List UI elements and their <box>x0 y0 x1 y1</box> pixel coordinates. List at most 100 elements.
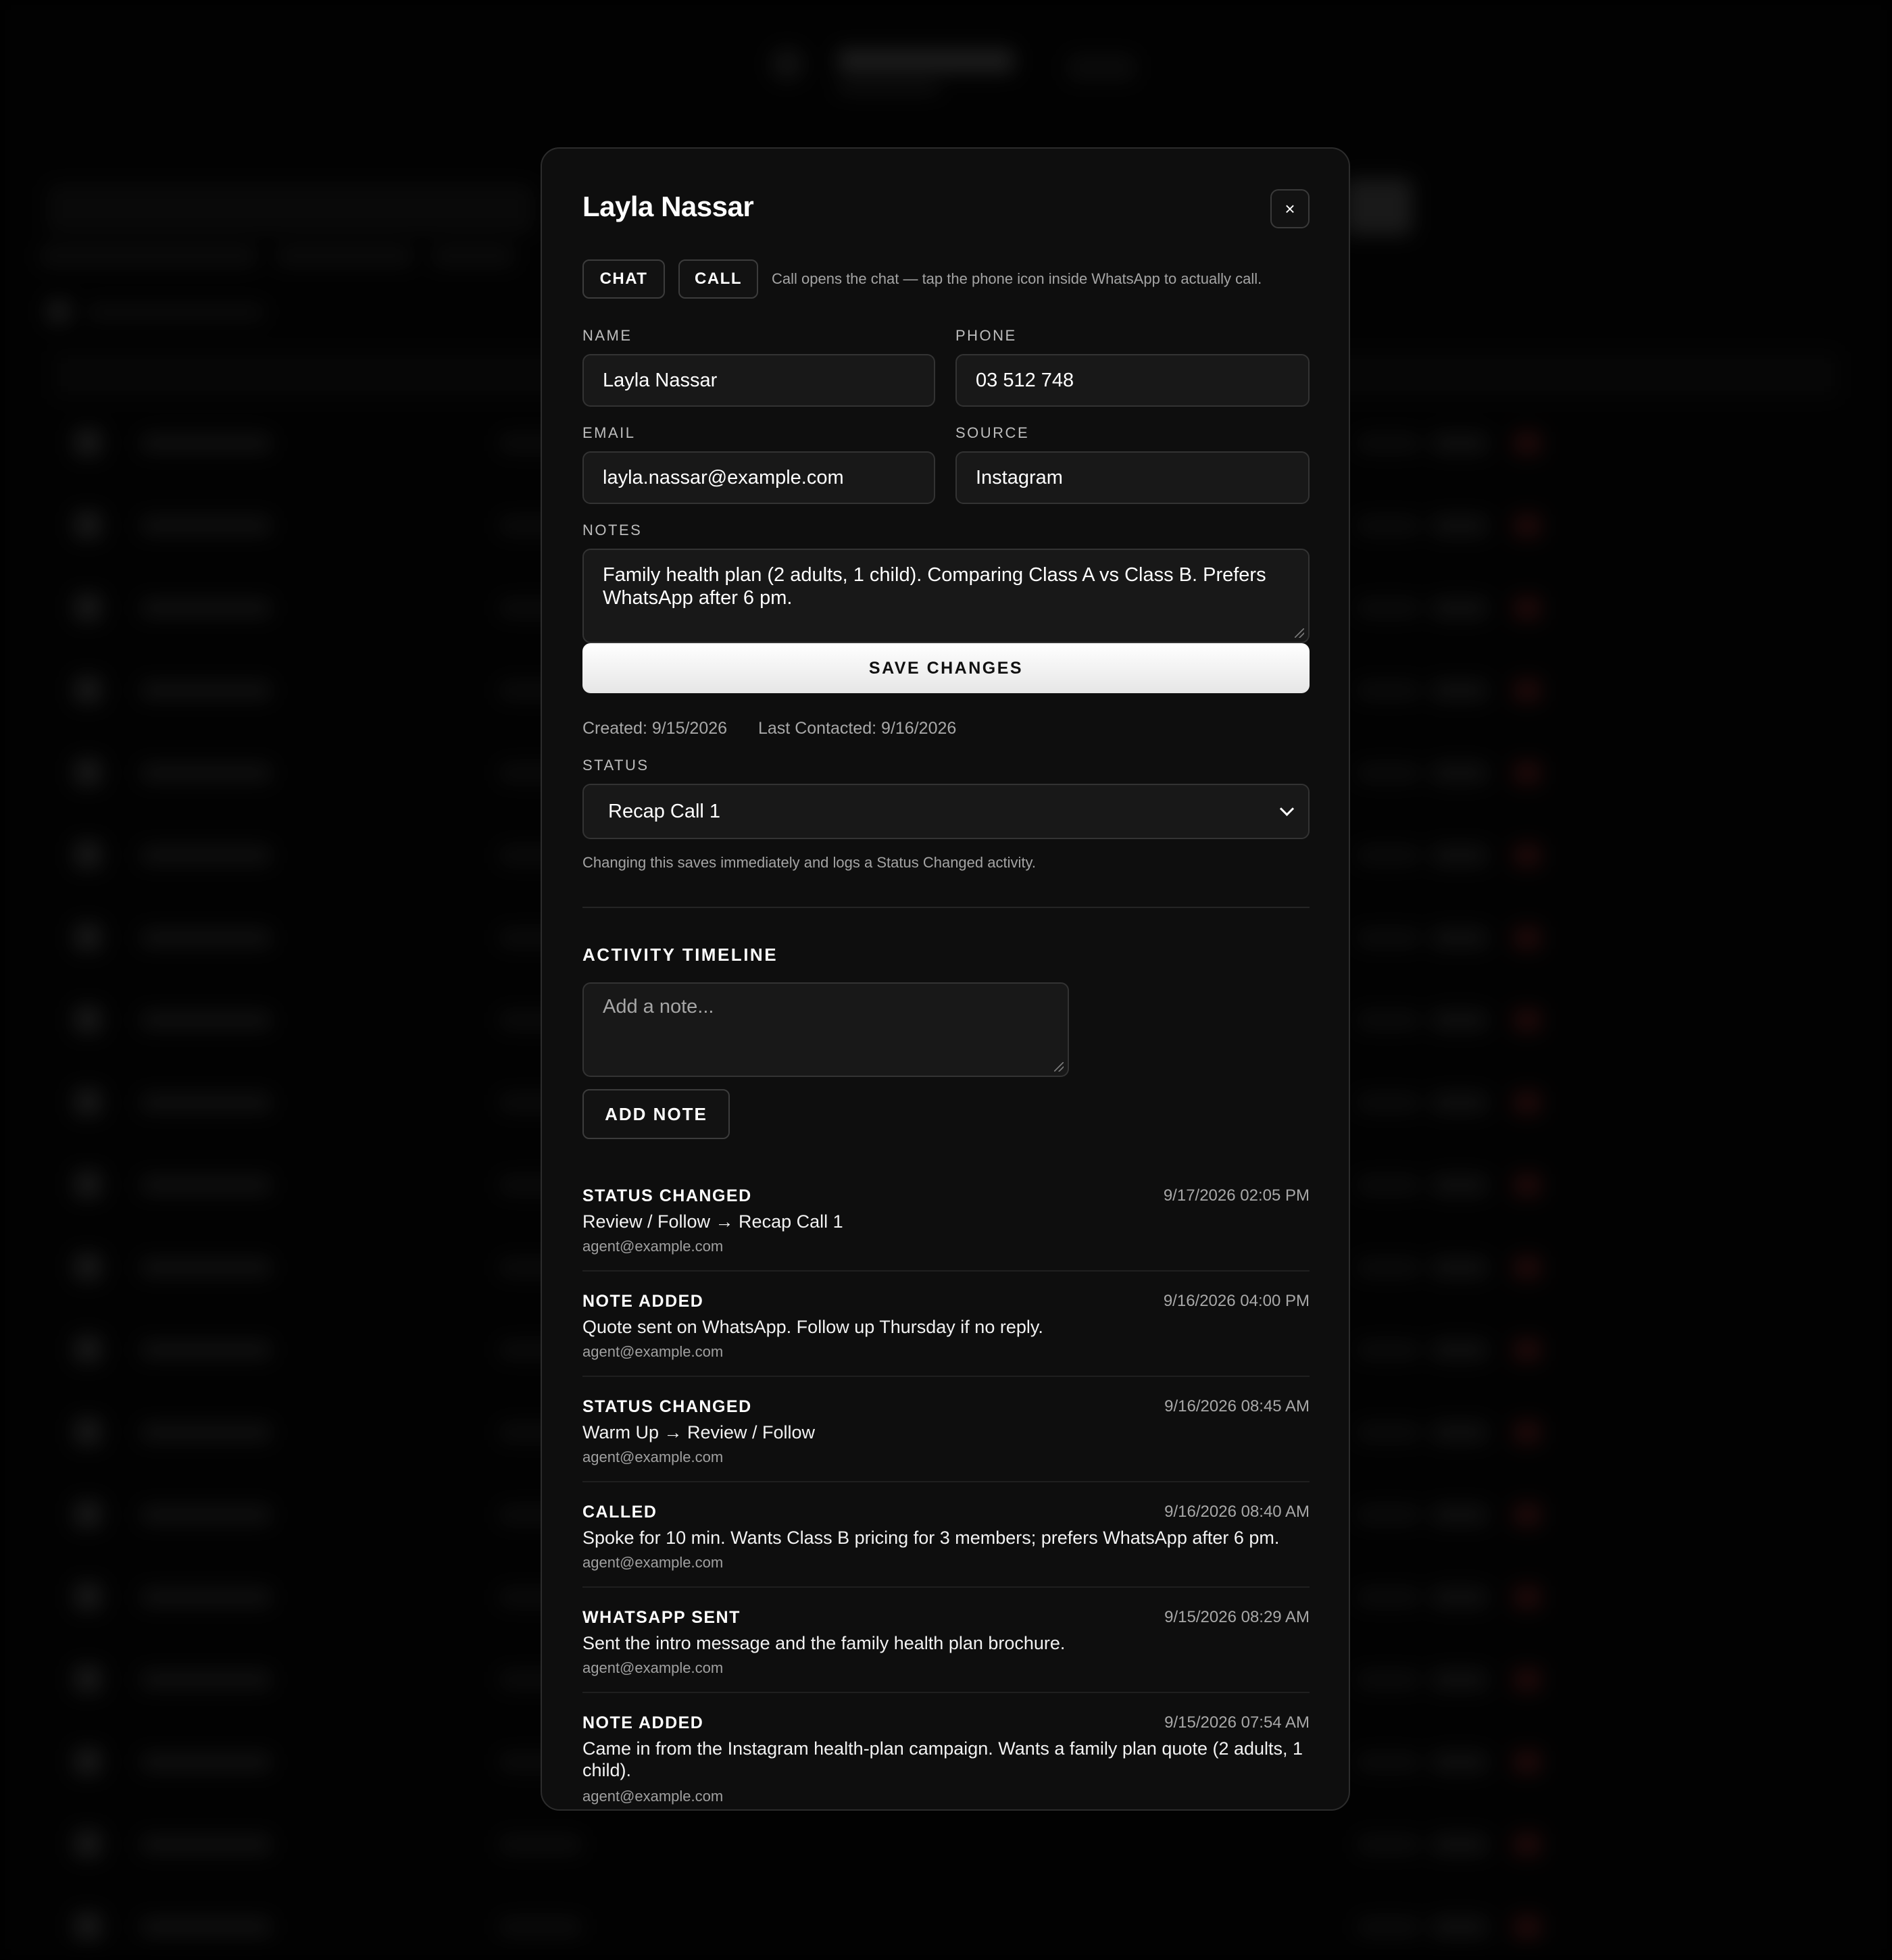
table-cell-blurred <box>74 1913 101 1940</box>
activity-timeline-title: ACTIVITY TIMELINE <box>582 945 778 965</box>
phone-label: PHONE <box>955 327 1017 344</box>
section-divider <box>582 907 1310 908</box>
table-cell-blurred <box>1358 1011 1419 1029</box>
call-button[interactable]: CALL <box>678 259 758 299</box>
app-logo <box>770 47 804 81</box>
table-cell-blurred <box>1358 1341 1419 1359</box>
status-selected-value: Recap Call 1 <box>608 800 721 822</box>
table-cell-blurred <box>1433 1752 1487 1772</box>
activity-agent: agent@example.com <box>582 1343 724 1360</box>
table-cell-blurred <box>142 847 270 864</box>
activity-time: 9/17/2026 02:05 PM <box>1163 1186 1310 1205</box>
table-cell-blurred <box>1433 516 1487 536</box>
add-note-textarea[interactable]: Add a note... <box>582 982 1069 1077</box>
table-cell-blurred <box>1358 1753 1419 1771</box>
activity-time: 9/15/2026 07:54 AM <box>1164 1713 1310 1732</box>
search-input-blurred <box>47 184 534 234</box>
activity-separator <box>582 1270 1310 1272</box>
name-field[interactable]: Layla Nassar <box>582 354 935 407</box>
resize-handle[interactable] <box>1054 1062 1064 1072</box>
table-cell-blurred <box>74 1501 101 1528</box>
table-cell-blurred <box>1358 929 1419 947</box>
table-cell-blurred <box>1514 1833 1541 1856</box>
table-cell-blurred <box>1358 1506 1419 1524</box>
notes-label: NOTES <box>582 522 643 538</box>
source-field[interactable]: Instagram <box>955 451 1310 504</box>
email-label: EMAIL <box>582 424 636 441</box>
table-cell-blurred <box>1514 514 1541 537</box>
table-cell-blurred <box>1433 598 1487 618</box>
filter-chip-blurred <box>41 246 257 266</box>
table-cell-blurred <box>142 1753 270 1771</box>
last-contacted-date: Last Contacted: 9/16/2026 <box>758 719 957 738</box>
source-label: SOURCE <box>955 424 1030 441</box>
table-cell-blurred <box>142 1918 270 1936</box>
table-cell-blurred <box>1358 764 1419 782</box>
activity-description: Sent the intro message and the family he… <box>582 1633 1066 1653</box>
notes-textarea[interactable]: Family health plan (2 adults, 1 child). … <box>582 549 1310 643</box>
app-title-blurred <box>838 49 1014 73</box>
activity-time: 9/16/2026 08:40 AM <box>1164 1503 1310 1521</box>
created-date: Created: 9/15/2026 <box>582 719 728 738</box>
table-cell-blurred <box>1358 1424 1419 1441</box>
table-cell-blurred <box>1433 1422 1487 1442</box>
status-select[interactable]: Recap Call 1 <box>582 784 1310 839</box>
table-cell-blurred <box>1514 432 1541 455</box>
table-cell-blurred <box>1433 845 1487 865</box>
activity-agent: agent@example.com <box>582 1554 724 1571</box>
activity-separator <box>582 1692 1310 1693</box>
table-cell-blurred <box>1433 1257 1487 1278</box>
table-cell-blurred <box>142 434 270 452</box>
phone-field[interactable]: 03 512 748 <box>955 354 1310 407</box>
table-cell-blurred <box>1433 928 1487 948</box>
table-cell-blurred <box>1433 1669 1487 1690</box>
table-cell-blurred <box>74 841 101 868</box>
table-cell-blurred <box>74 1006 101 1033</box>
add-note-button[interactable]: ADD NOTE <box>582 1089 730 1139</box>
table-cell-blurred <box>1514 844 1541 867</box>
activity-description: Warm Up → Review / Follow <box>582 1422 816 1442</box>
table-cell-blurred <box>1514 1091 1541 1114</box>
table-cell-blurred <box>1433 1010 1487 1030</box>
table-cell-blurred <box>1358 682 1419 699</box>
table-row-blurred <box>54 1892 1838 1960</box>
close-button[interactable]: × <box>1270 189 1310 228</box>
table-cell-blurred <box>1358 1836 1419 1853</box>
table-cell-blurred <box>142 1259 270 1276</box>
activity-agent: agent@example.com <box>582 1659 724 1676</box>
status-help-text: Changing this saves immediately and logs… <box>582 854 1036 871</box>
table-cell-blurred <box>74 1665 101 1692</box>
filter-chip-blurred <box>432 246 514 266</box>
table-cell-blurred <box>1514 761 1541 784</box>
table-cell-blurred <box>74 1583 101 1610</box>
table-cell-blurred <box>1358 434 1419 452</box>
activity-type: CALLED <box>582 1503 657 1522</box>
table-cell-blurred <box>1358 1094 1419 1111</box>
table-cell-blurred <box>142 1506 270 1524</box>
table-cell-blurred <box>1433 1834 1487 1855</box>
activity-separator <box>582 1376 1310 1377</box>
select-all-checkbox-blurred <box>47 300 70 323</box>
chat-button[interactable]: CHAT <box>582 259 665 299</box>
table-cell-blurred <box>1514 679 1541 702</box>
email-field[interactable]: layla.nassar@example.com <box>582 451 935 504</box>
table-cell-blurred <box>74 429 101 456</box>
table-cell-blurred <box>74 676 101 703</box>
table-cell-blurred <box>142 517 270 534</box>
table-cell-blurred <box>1358 1176 1419 1194</box>
table-cell-blurred <box>74 594 101 621</box>
table-cell-blurred <box>1514 926 1541 949</box>
table-cell-blurred <box>1358 599 1419 617</box>
table-row-blurred <box>54 1810 1838 1878</box>
table-cell-blurred <box>74 1088 101 1115</box>
table-cell-blurred <box>1514 1586 1541 1609</box>
activity-time: 9/16/2026 04:00 PM <box>1163 1292 1310 1310</box>
table-cell-blurred <box>1514 1338 1541 1361</box>
table-cell-blurred <box>74 924 101 951</box>
save-changes-button[interactable]: SAVE CHANGES <box>582 643 1310 693</box>
table-cell-blurred <box>1433 1505 1487 1525</box>
table-cell-blurred <box>1433 1175 1487 1195</box>
resize-handle[interactable] <box>1295 628 1304 638</box>
table-cell-blurred <box>1433 763 1487 783</box>
activity-agent: agent@example.com <box>582 1238 724 1255</box>
